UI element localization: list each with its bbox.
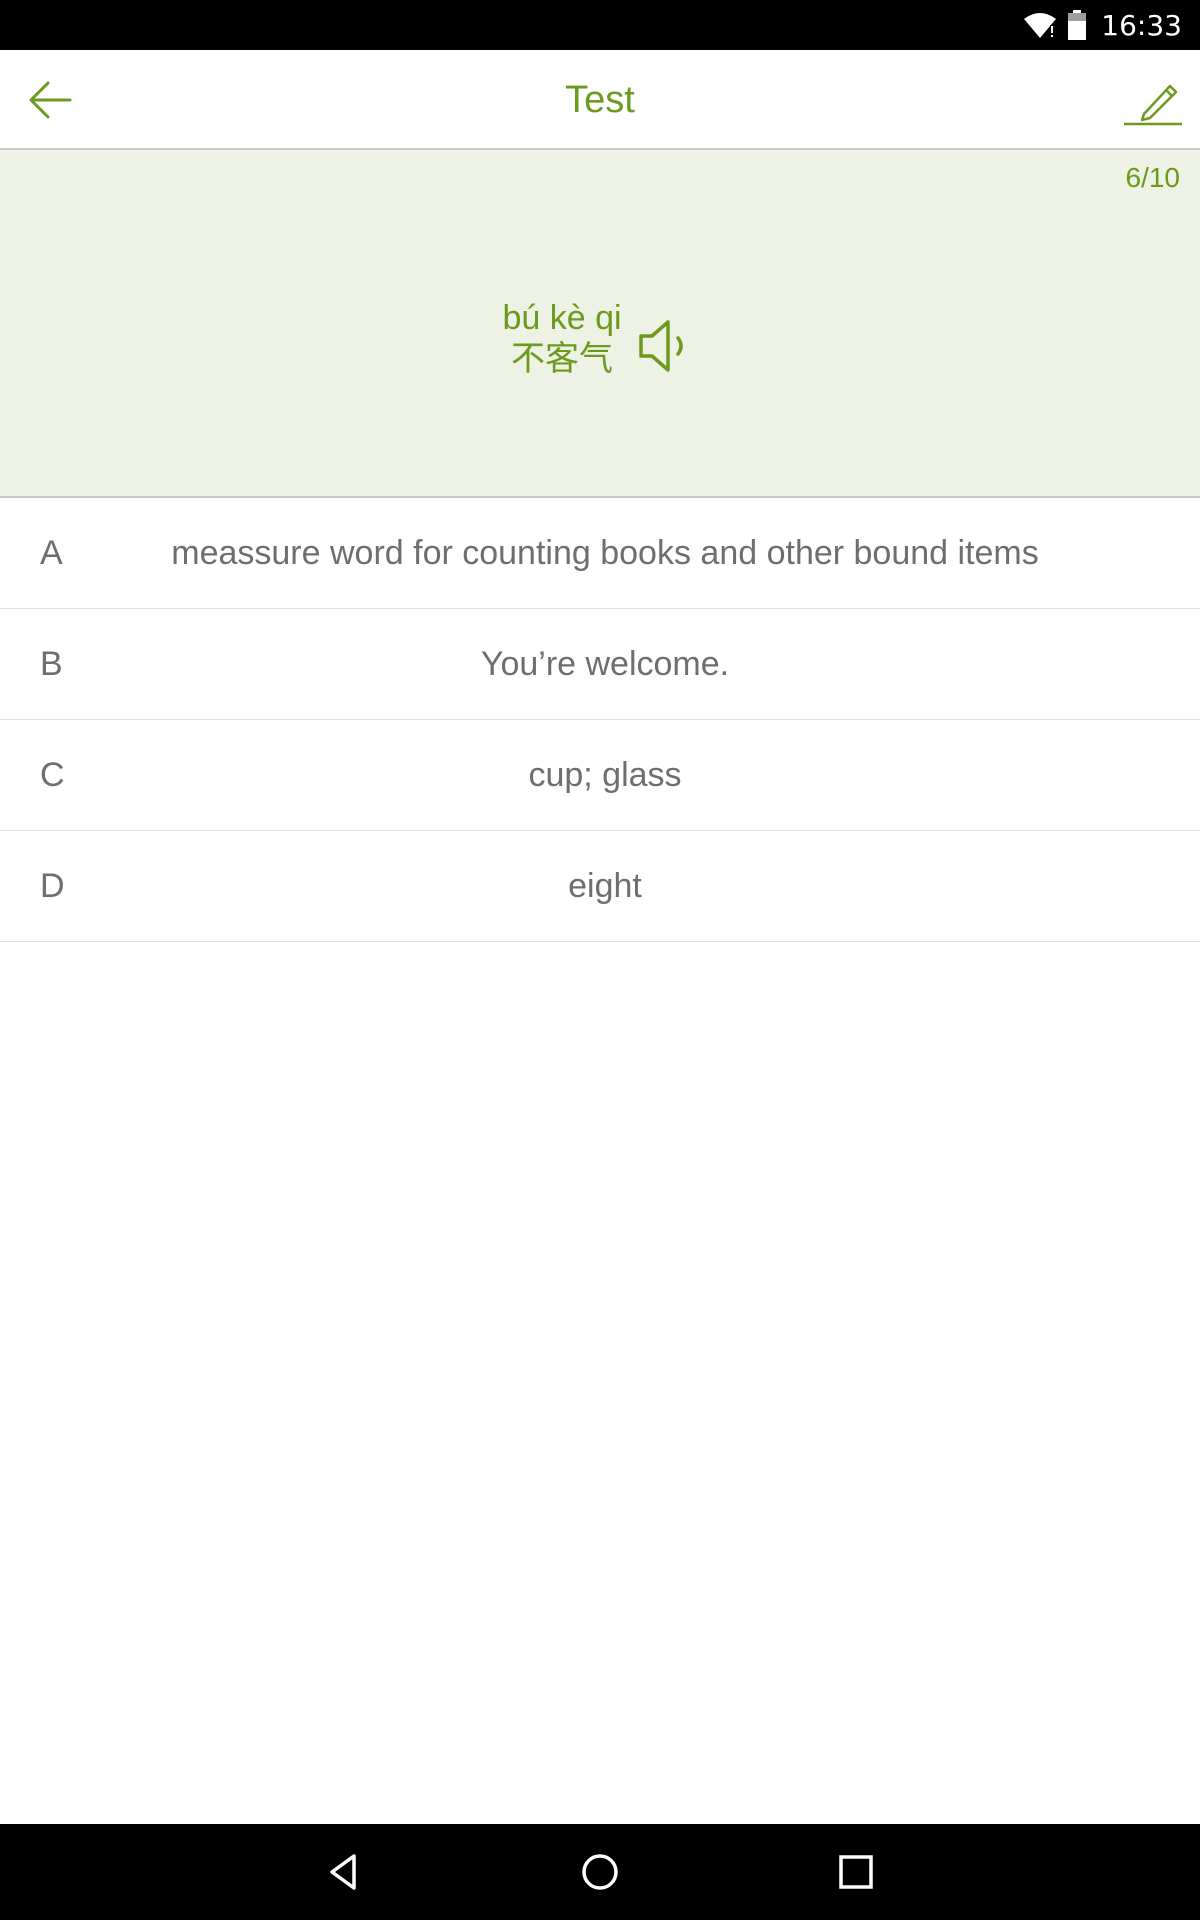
option-letter: D	[40, 867, 65, 905]
question-panel: 6/10 bú kè qi 不客气	[0, 150, 1200, 498]
option-letter: B	[40, 645, 63, 683]
play-audio-button[interactable]	[636, 316, 692, 376]
option-a[interactable]: A meassure word for counting books and o…	[0, 498, 1200, 609]
nav-recents-button[interactable]	[826, 1842, 886, 1902]
option-letter: A	[40, 534, 63, 572]
page-title: Test	[565, 79, 635, 121]
edit-button[interactable]	[1120, 72, 1186, 132]
battery-icon	[1067, 10, 1087, 40]
answer-options: A meassure word for counting books and o…	[0, 498, 1200, 942]
option-d[interactable]: D eight	[0, 831, 1200, 942]
option-b[interactable]: B You’re welcome.	[0, 609, 1200, 720]
home-circle-icon	[582, 1854, 618, 1890]
arrow-left-icon	[29, 81, 72, 119]
option-text: eight	[568, 866, 642, 905]
nav-back-button[interactable]	[314, 1842, 374, 1902]
status-bar: 16:33	[0, 0, 1200, 50]
question-progress: 6/10	[1125, 162, 1181, 193]
pinyin-text: bú kè qi	[502, 299, 622, 337]
recents-square-icon	[839, 1855, 873, 1889]
hanzi-text: 不客气	[511, 339, 613, 379]
nav-home-button[interactable]	[570, 1842, 630, 1902]
back-triangle-icon	[330, 1854, 356, 1890]
option-letter: C	[40, 756, 65, 794]
back-button[interactable]	[20, 70, 80, 130]
speaker-icon	[639, 320, 683, 372]
app-bar: Test	[0, 50, 1200, 150]
option-text: cup; glass	[528, 755, 682, 794]
wifi-icon	[1023, 11, 1057, 39]
option-text: meassure word for counting books and oth…	[171, 533, 1039, 572]
question-word: bú kè qi 不客气	[470, 298, 654, 380]
option-c[interactable]: C cup; glass	[0, 720, 1200, 831]
pencil-icon	[1124, 84, 1182, 126]
system-nav-bar	[0, 1824, 1200, 1920]
option-text: You’re welcome.	[480, 644, 730, 683]
status-clock: 16:33	[1101, 8, 1182, 42]
